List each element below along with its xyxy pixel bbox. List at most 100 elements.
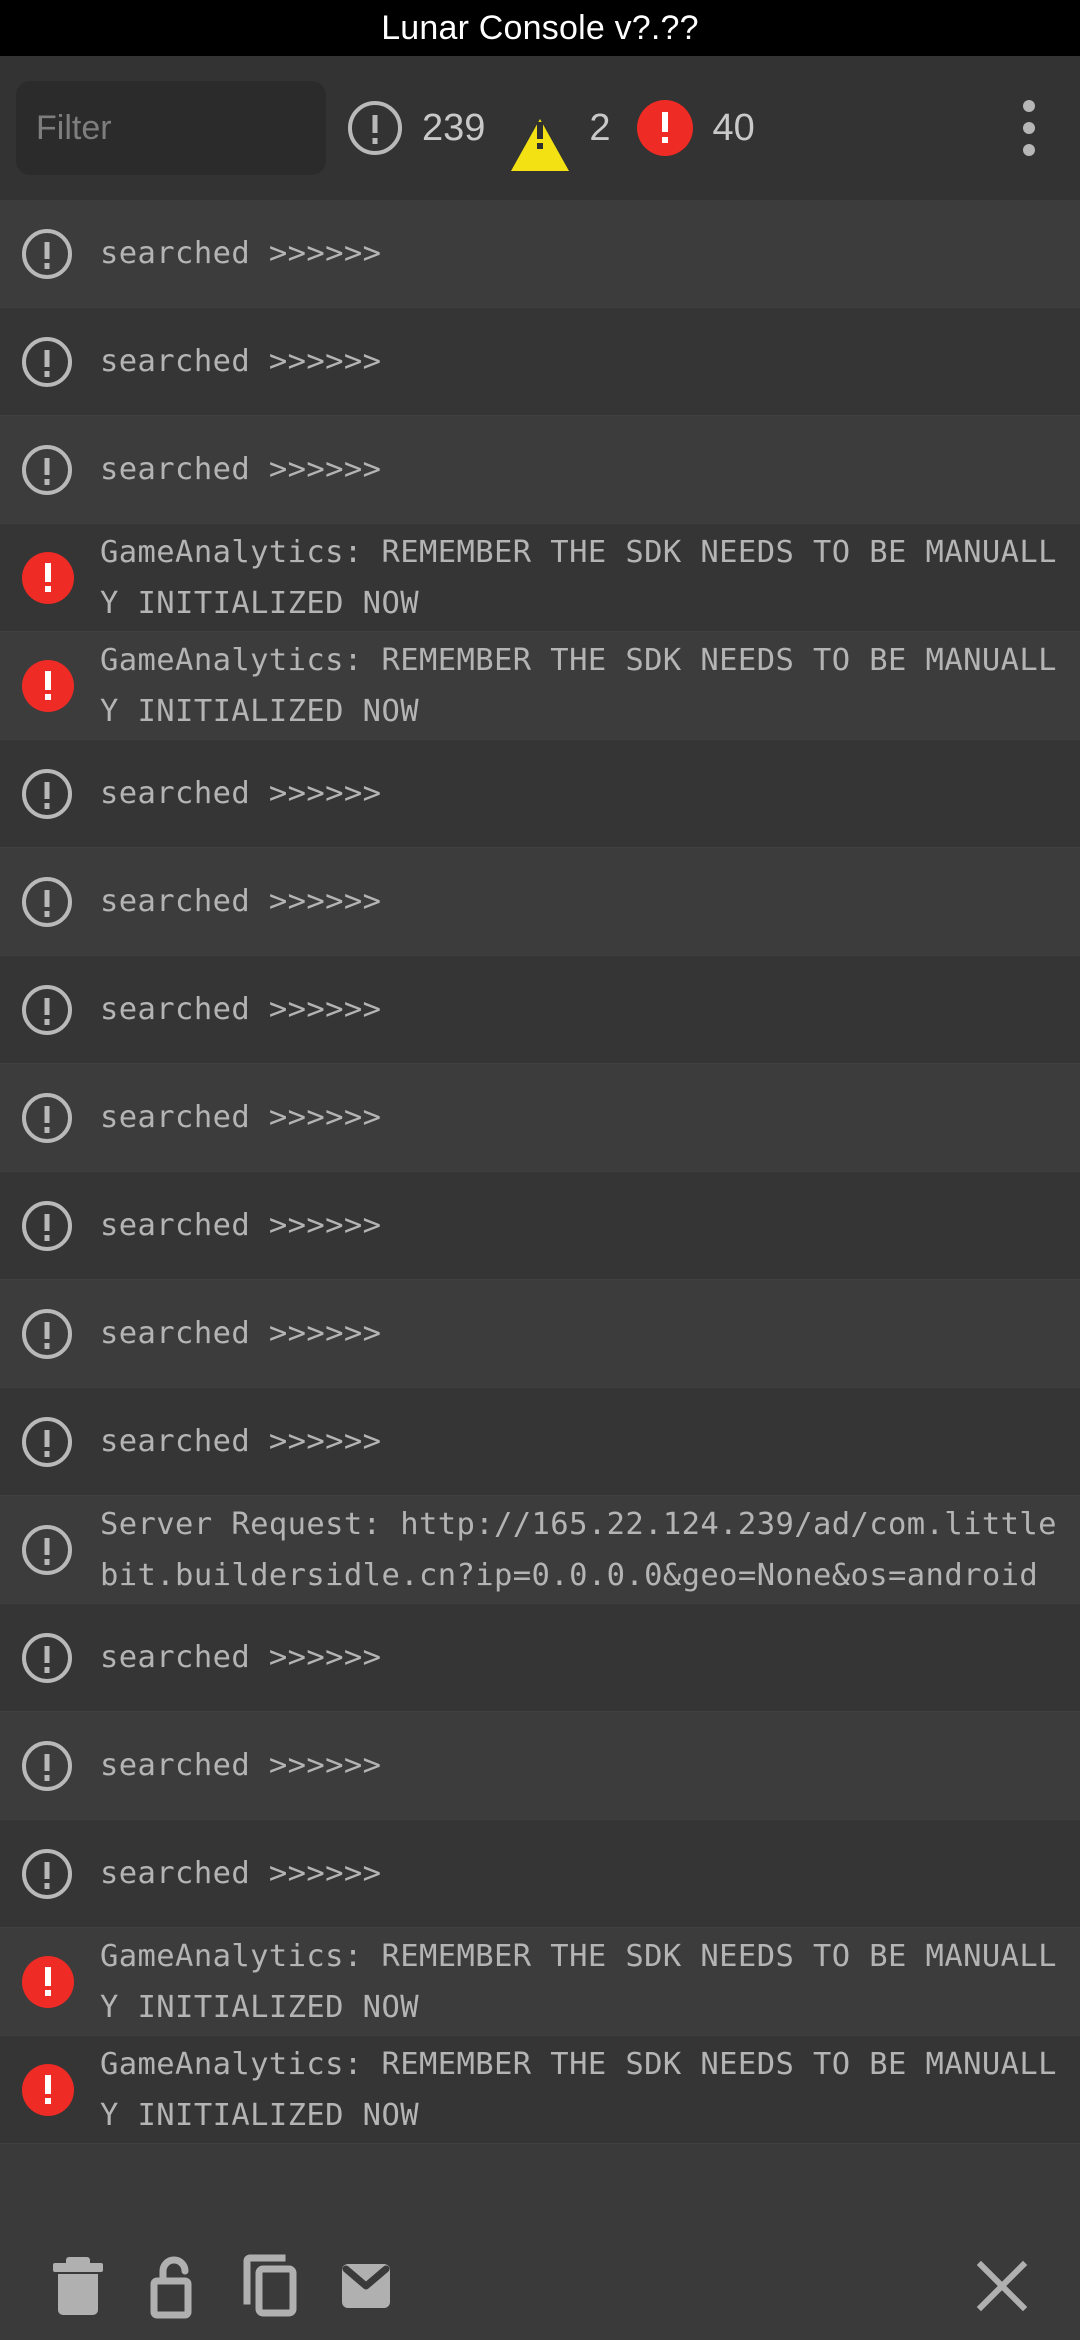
- log-row-text: GameAnalytics: REMEMBER THE SDK NEEDS TO…: [100, 534, 1057, 621]
- log-row-icon-wrap: [22, 2063, 96, 2116]
- info-icon: [22, 768, 72, 819]
- more-vert-icon: [1023, 100, 1035, 112]
- log-row-icon-wrap: [22, 1632, 96, 1683]
- log-row-icon-wrap: [22, 1848, 96, 1899]
- log-row-icon-wrap: [22, 228, 96, 279]
- log-row-text: searched >>>>>>: [100, 1748, 382, 1783]
- info-icon: [22, 984, 72, 1035]
- email-icon: [342, 2264, 390, 2308]
- log-row[interactable]: searched >>>>>>: [0, 740, 1080, 848]
- log-row-icon-wrap: [22, 1200, 96, 1251]
- log-row-icon-wrap: [22, 336, 96, 387]
- more-vert-icon: [1023, 122, 1035, 134]
- lock-button[interactable]: [126, 2238, 222, 2334]
- error-icon: [22, 551, 74, 604]
- error-count-toggle[interactable]: 40: [636, 100, 781, 156]
- log-row[interactable]: searched >>>>>>: [0, 1064, 1080, 1172]
- log-row-text: searched >>>>>>: [100, 1100, 382, 1135]
- copy-button[interactable]: [222, 2238, 318, 2334]
- copy-icon: [243, 2254, 297, 2317]
- warning-count-toggle[interactable]: 2: [511, 102, 636, 171]
- log-row[interactable]: searched >>>>>>: [0, 1172, 1080, 1280]
- log-row[interactable]: searched >>>>>>: [0, 848, 1080, 956]
- info-icon: [22, 444, 72, 495]
- counter-group: 239 2 40: [348, 100, 781, 171]
- error-icon: [636, 100, 693, 156]
- filter-input[interactable]: [16, 81, 326, 175]
- log-row-icon-wrap: [22, 1524, 96, 1575]
- info-icon: [22, 336, 72, 387]
- info-icon: [22, 1200, 72, 1251]
- log-row-icon-wrap: [22, 659, 96, 712]
- log-row[interactable]: searched >>>>>>: [0, 1280, 1080, 1388]
- info-icon: [348, 101, 402, 155]
- log-row-text: searched >>>>>>: [100, 884, 382, 919]
- info-icon: [22, 1524, 72, 1575]
- log-row-text: Server Request: http://165.22.124.239/ad…: [100, 1506, 1057, 1593]
- more-vert-icon: [1023, 144, 1035, 156]
- log-row[interactable]: GameAnalytics: REMEMBER THE SDK NEEDS TO…: [0, 524, 1080, 632]
- error-icon: [22, 2063, 74, 2116]
- trash-icon: [53, 2257, 103, 2315]
- warning-count-value: 2: [589, 106, 611, 149]
- log-row-text: GameAnalytics: REMEMBER THE SDK NEEDS TO…: [100, 2046, 1057, 2133]
- log-row-text: searched >>>>>>: [100, 236, 382, 271]
- close-icon: [976, 2260, 1028, 2312]
- toolbar: 239 2 40: [0, 56, 1080, 200]
- log-row-icon-wrap: [22, 1092, 96, 1143]
- warning-icon: [511, 102, 570, 171]
- log-row[interactable]: Server Request: http://165.22.124.239/ad…: [0, 1496, 1080, 1604]
- log-row-text: searched >>>>>>: [100, 1640, 382, 1675]
- log-row[interactable]: searched >>>>>>: [0, 1604, 1080, 1712]
- log-row-text: searched >>>>>>: [100, 1316, 382, 1351]
- title-bar: Lunar Console v?.??: [0, 0, 1080, 56]
- lunar-console-window: Lunar Console v?.?? 239 2 40 searche: [0, 0, 1080, 2340]
- log-row-text: searched >>>>>>: [100, 1424, 382, 1459]
- log-row-text: searched >>>>>>: [100, 1208, 382, 1243]
- log-row[interactable]: searched >>>>>>: [0, 200, 1080, 308]
- info-icon: [22, 876, 72, 927]
- overflow-menu-button[interactable]: [1000, 80, 1064, 176]
- page-title: Lunar Console v?.??: [381, 8, 699, 47]
- info-icon: [22, 1632, 72, 1683]
- log-list[interactable]: searched >>>>>> searched >>>>>> searched >…: [0, 200, 1080, 2232]
- clear-button[interactable]: [30, 2238, 126, 2334]
- error-count-value: 40: [712, 106, 755, 149]
- log-row-text: searched >>>>>>: [100, 452, 382, 487]
- log-row[interactable]: searched >>>>>>: [0, 1820, 1080, 1928]
- log-row-text: searched >>>>>>: [100, 776, 382, 811]
- log-count-toggle[interactable]: 239: [348, 101, 511, 155]
- log-row[interactable]: searched >>>>>>: [0, 416, 1080, 524]
- log-row-icon-wrap: [22, 1308, 96, 1359]
- log-row-icon-wrap: [22, 984, 96, 1035]
- bottom-toolbar: [0, 2232, 1080, 2340]
- log-row-icon-wrap: [22, 876, 96, 927]
- log-row[interactable]: GameAnalytics: REMEMBER THE SDK NEEDS TO…: [0, 2036, 1080, 2144]
- log-row-icon-wrap: [22, 1416, 96, 1467]
- log-count-value: 239: [422, 106, 486, 149]
- log-row[interactable]: searched >>>>>>: [0, 956, 1080, 1064]
- log-row-text: searched >>>>>>: [100, 1856, 382, 1891]
- log-row[interactable]: searched >>>>>>: [0, 1388, 1080, 1496]
- info-icon: [22, 1092, 72, 1143]
- log-row-text: GameAnalytics: REMEMBER THE SDK NEEDS TO…: [100, 1938, 1057, 2025]
- log-row[interactable]: GameAnalytics: REMEMBER THE SDK NEEDS TO…: [0, 1928, 1080, 2036]
- log-row-text: searched >>>>>>: [100, 992, 382, 1027]
- log-row-text: GameAnalytics: REMEMBER THE SDK NEEDS TO…: [100, 642, 1057, 729]
- log-row-icon-wrap: [22, 768, 96, 819]
- info-icon: [22, 1416, 72, 1467]
- log-row-icon-wrap: [22, 1740, 96, 1791]
- error-icon: [22, 659, 74, 712]
- info-icon: [22, 228, 72, 279]
- log-row[interactable]: searched >>>>>>: [0, 1712, 1080, 1820]
- unlock-icon: [150, 2256, 192, 2319]
- log-row-text: searched >>>>>>: [100, 344, 382, 379]
- log-row[interactable]: GameAnalytics: REMEMBER THE SDK NEEDS TO…: [0, 632, 1080, 740]
- email-button[interactable]: [318, 2238, 414, 2334]
- info-icon: [22, 1308, 72, 1359]
- info-icon: [22, 1848, 72, 1899]
- log-row[interactable]: searched >>>>>>: [0, 308, 1080, 416]
- log-row-icon-wrap: [22, 444, 96, 495]
- error-icon: [22, 1955, 74, 2008]
- close-button[interactable]: [954, 2238, 1050, 2334]
